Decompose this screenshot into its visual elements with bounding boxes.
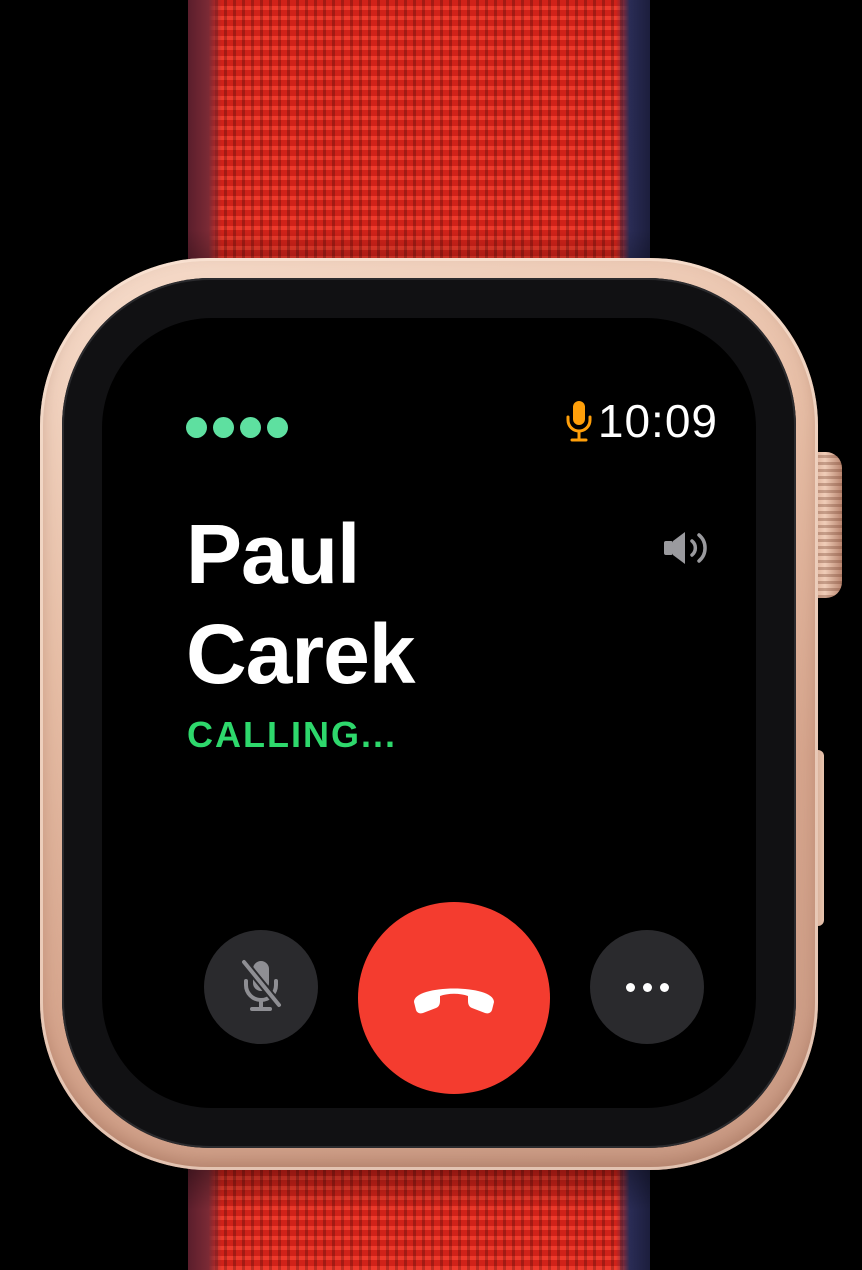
signal-indicator [186,417,288,438]
watch-case: 10:09 Paul Carek CALLING... [40,258,818,1170]
call-status: CALLING... [187,714,397,755]
mute-button[interactable] [204,930,318,1044]
caller-last-name: Carek [186,607,416,701]
mic-muted-icon [239,957,283,1018]
phone-hangup-icon [408,976,500,1021]
watch-screen: 10:09 Paul Carek CALLING... [102,318,756,1108]
more-options-button[interactable] [590,930,704,1044]
speaker-volume-icon[interactable] [662,528,714,573]
ellipsis-icon [625,982,669,992]
watch-bezel: 10:09 Paul Carek CALLING... [62,278,796,1148]
watch-band-top [188,0,650,300]
caller-name: Paul Carek [186,504,606,704]
clock-time: 10:09 [597,395,718,447]
signal-dot [267,417,288,438]
signal-dot [186,417,207,438]
signal-dot [240,417,261,438]
mic-icon [564,399,594,443]
caller-first-name: Paul [186,507,360,601]
status-bar-right: 10:09 [564,398,718,444]
signal-dot [213,417,234,438]
end-call-button[interactable] [358,902,550,1094]
